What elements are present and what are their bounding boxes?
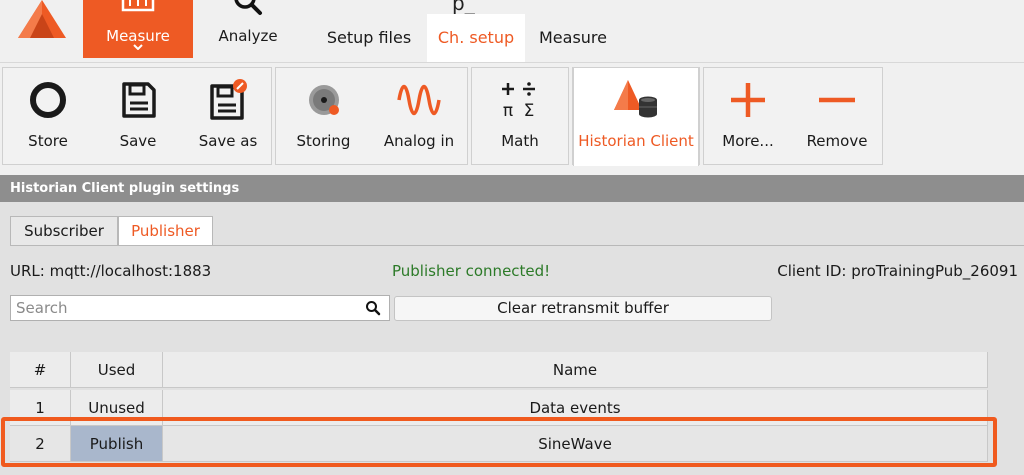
record-circle-icon	[3, 80, 93, 120]
tab-divider	[10, 245, 1024, 246]
toolbar-group-historian: Historian Client	[572, 67, 700, 166]
more-button[interactable]: More...	[704, 68, 792, 166]
floppy-disk-edit-icon	[183, 79, 273, 120]
clear-retransmit-buffer-button[interactable]: Clear retransmit buffer	[394, 296, 772, 321]
math-label: Math	[501, 132, 539, 150]
row-highlight-annotation	[1, 417, 997, 467]
tab-publisher[interactable]: Publisher	[118, 216, 213, 246]
tab-measure[interactable]: Measure	[532, 14, 614, 62]
math-button[interactable]: π Σ Math	[472, 68, 568, 166]
search-input[interactable]	[11, 296, 351, 320]
analog-in-label: Analog in	[383, 132, 455, 150]
storing-button[interactable]: Storing	[276, 68, 371, 166]
save-as-button[interactable]: Save as	[183, 68, 273, 166]
toolbar-group-add-remove: More... Remove	[703, 67, 883, 165]
client-id-text: Client ID: proTrainingPub_26091	[777, 262, 1018, 280]
disk-storing-icon	[276, 80, 371, 120]
app-logo	[14, 0, 70, 46]
search-box	[10, 295, 390, 321]
historian-client-icon	[574, 80, 698, 120]
url-text: URL: mqtt://localhost:1883	[10, 262, 212, 280]
svg-text:Σ: Σ	[524, 101, 535, 120]
storing-label: Storing	[296, 132, 351, 150]
sine-wave-icon	[371, 80, 467, 120]
tab-ch-setup[interactable]: Ch. setup	[427, 14, 525, 62]
plus-icon	[704, 80, 792, 120]
math-operators-icon: π Σ	[472, 80, 568, 120]
tab-subscriber[interactable]: Subscriber	[10, 216, 118, 246]
analog-in-button[interactable]: Analog in	[371, 68, 467, 166]
column-header-used[interactable]: Used	[71, 352, 163, 388]
remove-label: Remove	[806, 132, 868, 150]
ribbon-toolbar: Store Save Save as Storing Analog in π Σ…	[0, 62, 1024, 170]
mode-analyze-button[interactable]: Analyze	[193, 0, 303, 58]
store-label: Store	[28, 132, 68, 150]
section-title: Historian Client plugin settings	[0, 175, 1024, 202]
floppy-disk-icon	[93, 80, 183, 120]
top-header: Measure Analyze p_ Setup files Ch. setup…	[0, 0, 1024, 62]
window-title-fragment: p_	[452, 0, 475, 15]
toolbar-group-channels: Storing Analog in	[275, 67, 468, 165]
column-header-number[interactable]: #	[10, 352, 71, 388]
chevron-down-icon	[133, 35, 143, 54]
remove-button[interactable]: Remove	[792, 68, 882, 166]
more-label: More...	[722, 132, 774, 150]
save-as-label: Save as	[198, 132, 258, 150]
search-icon[interactable]	[365, 300, 381, 320]
connection-status: Publisher connected!	[392, 262, 551, 280]
plugin-settings-panel: Subscriber Publisher URL: mqtt://localho…	[0, 202, 1024, 475]
toolbar-group-math: π Σ Math	[471, 67, 569, 165]
historian-client-button[interactable]: Historian Client	[573, 68, 699, 166]
column-header-name[interactable]: Name	[163, 352, 988, 388]
save-label: Save	[119, 132, 157, 150]
minus-icon	[792, 80, 882, 120]
mode-measure-button[interactable]: Measure	[83, 0, 193, 58]
store-button[interactable]: Store	[3, 68, 93, 166]
mode-analyze-label: Analyze	[218, 27, 278, 45]
svg-text:π: π	[503, 101, 513, 120]
magnifier-icon	[193, 0, 303, 22]
save-button[interactable]: Save	[93, 68, 183, 166]
table-header: # Used Name	[10, 352, 988, 388]
toolbar-group-file: Store Save Save as	[2, 67, 272, 165]
measure-icon	[83, 0, 193, 20]
historian-client-label: Historian Client	[578, 132, 694, 150]
tab-setup-files[interactable]: Setup files	[320, 14, 418, 62]
